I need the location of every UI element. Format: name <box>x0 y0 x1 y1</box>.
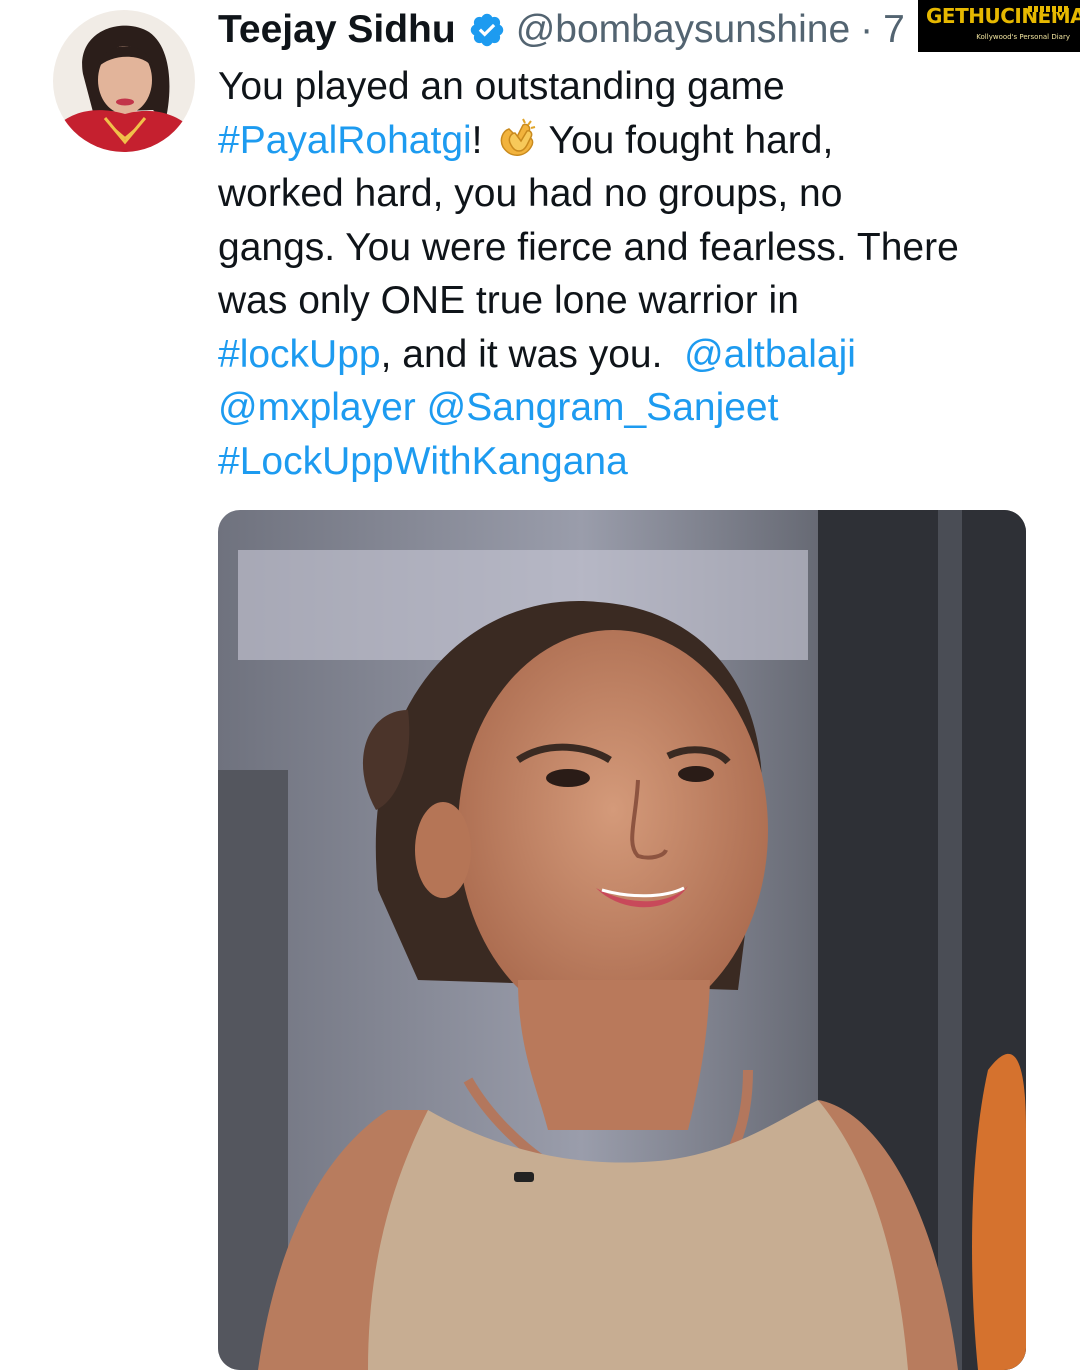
tweet-text-line: You played an outstanding game <box>218 60 1038 114</box>
tweet-text-line: #lockUpp, and it was you. @altbalaji <box>218 328 1038 382</box>
hashtag-link[interactable]: #PayalRohatgi <box>218 119 472 162</box>
tweet-text-run: gangs. You were fierce and fearless. The… <box>218 225 959 269</box>
tweet-text-line: #LockUppWithKangana <box>218 435 1038 489</box>
watermark-tagline: Kollywood's Personal Diary <box>976 33 1070 41</box>
hashtag-link[interactable]: #LockUppWithKangana <box>218 440 628 483</box>
tweet-photo[interactable] <box>218 510 1026 1370</box>
tweet-text-run: You played an outstanding game <box>218 65 785 108</box>
mention-link[interactable]: @Sangram_Sanjeet <box>427 386 779 429</box>
tweet-text-run: , and it was you. <box>380 332 685 376</box>
tweet-header: Teejay Sidhu @bombaysunshine · 7 <box>218 4 905 56</box>
tweet-text-line: worked hard, you had no groups, no <box>218 167 1038 221</box>
tweet-text-line: gangs. You were fierce and fearless. The… <box>218 221 1038 275</box>
tweet-text-run <box>416 386 427 429</box>
clapping-hands-icon <box>493 117 541 161</box>
mention-link[interactable]: @altbalaji <box>684 333 856 376</box>
tweet-text-line: #PayalRohatgi! You fought hard, <box>218 114 1038 168</box>
film-strip-icon <box>1028 6 1068 12</box>
tweet-text-line: @mxplayer @Sangram_Sanjeet <box>218 381 1038 435</box>
tweet-text-run: was only ONE true lone warrior in <box>218 279 799 322</box>
mention-link[interactable]: @mxplayer <box>218 386 416 429</box>
photo-image <box>218 510 1026 1370</box>
avatar[interactable] <box>53 10 195 152</box>
avatar-image <box>53 10 195 152</box>
watermark-logo: GETHUCINEMA Kollywood's Personal Diary <box>918 0 1080 52</box>
tweet-text-run: worked hard, you had no groups, no <box>218 172 843 215</box>
tweet-text-run: ! <box>471 118 483 162</box>
display-name[interactable]: Teejay Sidhu <box>218 8 456 52</box>
verified-badge-icon <box>468 11 506 49</box>
tweet-text-line: was only ONE true lone warrior in <box>218 274 1038 328</box>
timestamp[interactable]: 7 <box>883 8 905 52</box>
hashtag-link[interactable]: #lockUpp <box>218 333 381 376</box>
handle[interactable]: @bombaysunshine <box>516 8 850 52</box>
tweet-text: You played an outstanding game #PayalRoha… <box>218 60 1038 488</box>
tweet-text-run: You fought hard, <box>548 118 834 162</box>
tweet[interactable]: Teejay Sidhu @bombaysunshine · 7 You pla… <box>0 0 1080 1370</box>
separator-dot: · <box>860 8 874 51</box>
